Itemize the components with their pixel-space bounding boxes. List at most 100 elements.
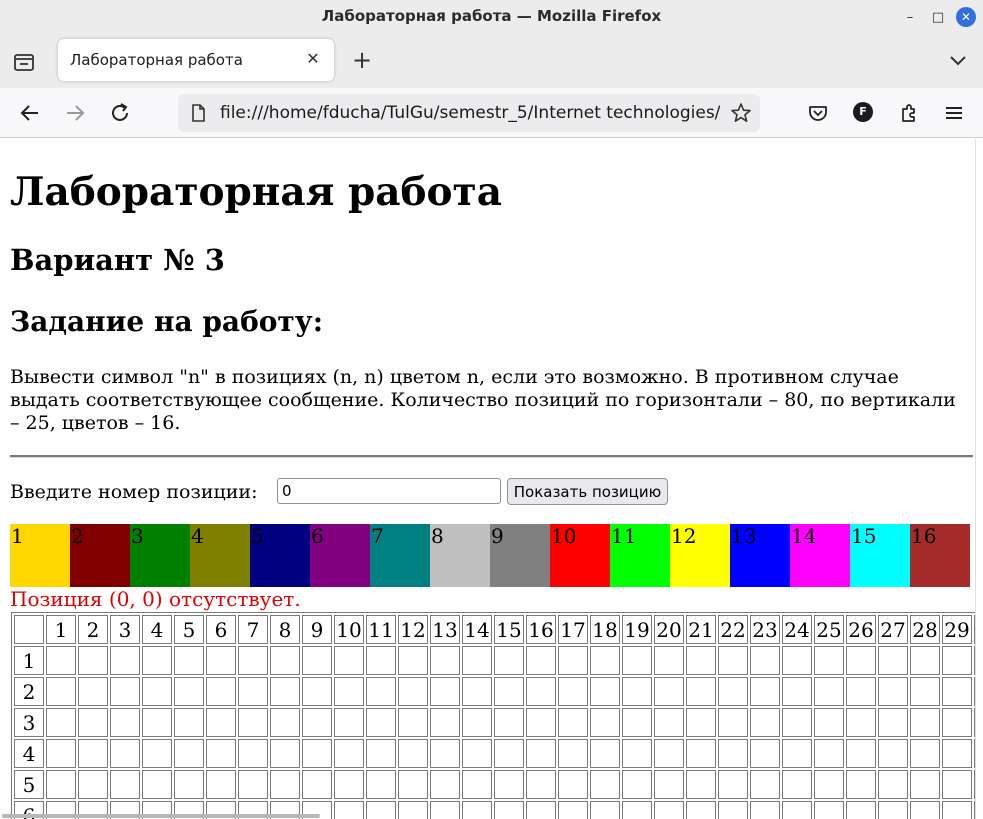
reload-icon[interactable] [106,99,134,127]
color-swatch-16: 16 [910,524,970,587]
grid-column-header: 26 [846,615,876,644]
grid-cell [750,677,780,706]
grid-cell [878,801,908,819]
pocket-icon[interactable] [804,99,832,127]
grid-cell [910,739,940,768]
color-swatch-5: 5 [250,524,310,587]
tab-list-icon[interactable] [11,49,37,75]
extensions-icon[interactable] [895,99,923,127]
grid-cell [302,646,332,675]
address-bar[interactable]: file:///home/fducha/TulGu/semestr_5/Inte… [178,94,760,132]
grid-column-header: 25 [814,615,844,644]
chevron-down-icon[interactable] [944,46,972,74]
grid-cell [334,770,364,799]
grid-cell [590,801,620,819]
grid-cell [654,677,684,706]
tab-strip: Лабораторная работа ✕ + [0,34,983,88]
grid-cell [654,801,684,819]
grid-cell [750,801,780,819]
grid-cell [462,770,492,799]
grid-cell [750,646,780,675]
grid-cell [78,708,108,737]
grid-cell [622,770,652,799]
grid-cell [878,770,908,799]
grid-cell [526,770,556,799]
grid-cell [814,708,844,737]
forward-arrow-icon[interactable] [61,99,89,127]
show-position-button[interactable]: Показать позицию [507,478,668,505]
position-input[interactable] [277,478,501,504]
grid-column-header: 27 [878,615,908,644]
grid-cell [462,677,492,706]
tab-close-icon[interactable]: ✕ [302,48,324,70]
bookmark-star-icon[interactable] [730,102,752,124]
grid-cell [846,770,876,799]
window-titlebar: Лабораторная работа — Mozilla Firefox – … [0,0,983,34]
grid-cell [878,739,908,768]
color-swatch-8: 8 [430,524,490,587]
horizontal-scrollbar[interactable] [2,814,320,818]
grid-cell [366,801,396,819]
grid-cell [942,739,972,768]
grid-cell [174,677,204,706]
grid-cell [398,677,428,706]
grid-cell [910,677,940,706]
grid-cell [686,739,716,768]
grid-cell [302,677,332,706]
grid-cell [302,739,332,768]
grid-cell [782,770,812,799]
grid-cell [654,708,684,737]
grid-cell [494,677,524,706]
color-swatch-15: 15 [850,524,910,587]
grid-cell [46,677,76,706]
back-arrow-icon[interactable] [16,99,44,127]
grid-row: 4 [14,739,975,768]
task-heading: Задание на работу: [10,305,324,338]
grid-cell [110,677,140,706]
grid-cell [334,646,364,675]
grid-cell [142,770,172,799]
grid-column-header: 23 [750,615,780,644]
url-text[interactable]: file:///home/fducha/TulGu/semestr_5/Inte… [220,103,720,123]
close-window-button[interactable]: ✕ [956,7,976,27]
divider [10,455,973,458]
grid-column-header: 6 [206,615,236,644]
account-avatar-icon[interactable]: F [853,102,873,122]
grid-cell [430,708,460,737]
grid-column-header: 1 [46,615,76,644]
color-swatch-11: 11 [610,524,670,587]
tab-title: Лабораторная работа [70,51,243,69]
grid-cell [78,677,108,706]
grid-cell [174,646,204,675]
grid-cell [494,770,524,799]
page-title: Лабораторная работа [10,169,502,215]
grid-cell [334,801,364,819]
grid-cell [366,646,396,675]
grid-cell [398,739,428,768]
maximize-button[interactable]: □ [928,7,948,27]
grid-cell [238,708,268,737]
grid-cell [718,677,748,706]
grid-cell [462,739,492,768]
grid-column-header: 22 [718,615,748,644]
tab-active[interactable]: Лабораторная работа ✕ [58,39,334,81]
grid-cell [622,646,652,675]
page-icon [188,103,208,123]
vertical-scrollbar[interactable] [975,139,983,819]
grid-cell [942,646,972,675]
grid-cell [206,739,236,768]
grid-cell [750,708,780,737]
grid-column-header: 10 [334,615,364,644]
menu-icon[interactable] [940,99,968,127]
grid-cell [366,770,396,799]
grid-cell [46,646,76,675]
grid-cell [750,770,780,799]
grid-cell [622,801,652,819]
grid-cell [366,677,396,706]
grid-cell [654,646,684,675]
grid-cell [430,646,460,675]
minimize-button[interactable]: – [900,7,920,27]
grid-cell [142,708,172,737]
grid-row: 5 [14,770,975,799]
new-tab-button[interactable]: + [348,46,376,74]
